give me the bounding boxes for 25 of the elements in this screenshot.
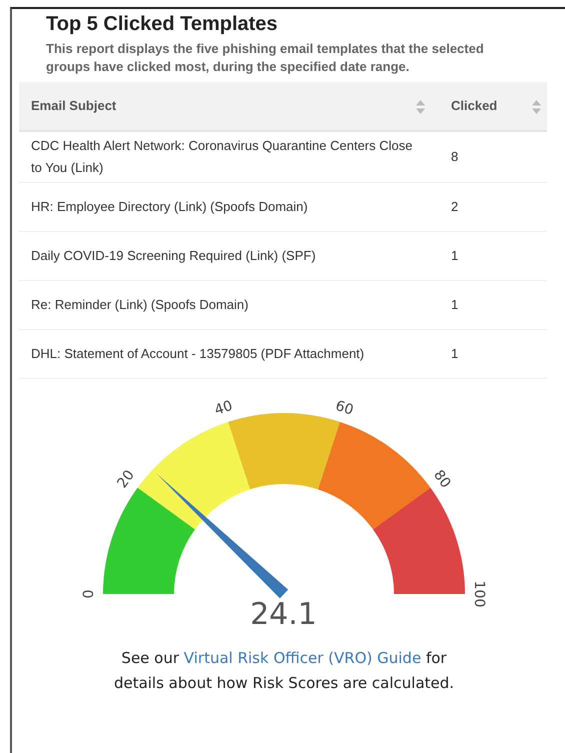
table-cell: HR: Employee Directory (Link) (Spoofs Domain): [31, 199, 308, 214]
tick-label: 40: [212, 398, 234, 419]
column-header[interactable]: Clicked: [437, 82, 547, 131]
tick-label: 20: [114, 467, 138, 492]
guide-link[interactable]: Virtual Risk Officer (VRO) Guide: [184, 649, 422, 667]
table-cell: Re: Reminder (Link) (Spoofs Domain): [31, 297, 248, 312]
tick-label: 100: [470, 580, 487, 608]
report-title: Top 5 Clicked Templates: [46, 13, 279, 36]
tick-label: 60: [332, 398, 355, 419]
table-cell: 8: [451, 149, 458, 164]
table-cell: DHL: Statement of Account - 13579805 (PDF Attachment): [31, 346, 364, 361]
table-cell: 1: [451, 297, 458, 312]
table-cell: 1: [451, 346, 458, 361]
tick-label: 80: [430, 467, 454, 492]
footer-text: See our Virtual Risk Officer (VRO) Guide for details about how Risk Scores are calculated.: [112, 648, 456, 694]
table-cell: CDC Health Alert Network: Coronavirus Quarantine Centers Close to You (Link): [31, 138, 412, 175]
sort-icon: [416, 100, 425, 114]
table-cell: Daily COVID-19 Screening Required (Link) (SPF): [31, 248, 316, 263]
table-cell: 1: [451, 248, 458, 263]
sort-icon: [532, 100, 541, 114]
report-description: This report displays the five phishing email templates that the selected groups have clicked most, during the specified date range.: [46, 40, 485, 76]
tick-label: 0: [80, 590, 96, 598]
gauge-value: 24.1: [250, 597, 317, 632]
table-cell: 2: [451, 199, 458, 214]
column-header[interactable]: Email Subject: [19, 82, 437, 131]
